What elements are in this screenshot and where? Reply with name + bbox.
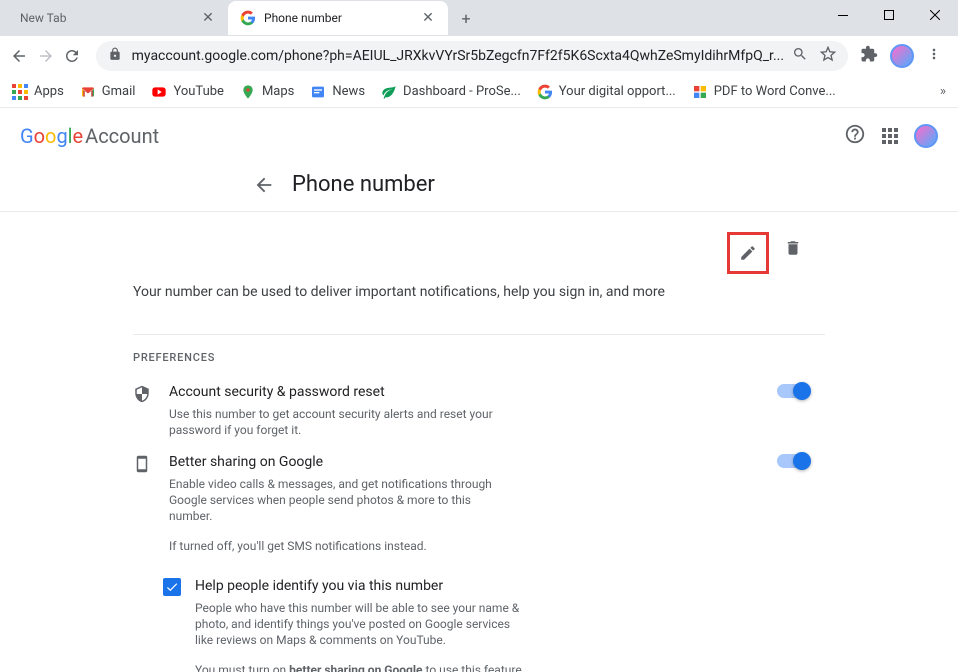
menu-icon[interactable] bbox=[926, 46, 942, 66]
toggle-security[interactable] bbox=[777, 384, 809, 398]
bookmark-label: Maps bbox=[262, 84, 294, 99]
bookmark-news[interactable]: News bbox=[310, 84, 365, 100]
bookmark-gmail[interactable]: Gmail bbox=[80, 84, 136, 100]
google-logo: Google bbox=[20, 124, 83, 148]
edit-button[interactable] bbox=[732, 237, 764, 269]
bookmarks-bar: Apps Gmail YouTube Maps News Dashboard -… bbox=[0, 76, 958, 108]
google-icon bbox=[537, 84, 553, 100]
profile-avatar[interactable] bbox=[890, 44, 914, 68]
checkbox-identify: Help people identify you via this number… bbox=[163, 578, 825, 672]
checkbox[interactable] bbox=[163, 578, 181, 596]
back-button[interactable] bbox=[8, 40, 31, 72]
bookmark-pdf[interactable]: PDF to Word Conve... bbox=[692, 84, 836, 100]
new-tab-button[interactable]: + bbox=[452, 4, 480, 32]
url-text: myaccount.google.com/phone?ph=AEIUL_JRXk… bbox=[132, 48, 784, 64]
tab-title: Phone number bbox=[264, 11, 412, 25]
checkbox-note: You must turn on better sharing on Googl… bbox=[195, 662, 525, 672]
browser-chrome: New Tab ✕ Phone number ✕ + myaccount.goo… bbox=[0, 0, 958, 108]
minimize-button[interactable] bbox=[820, 0, 866, 30]
pref-title: Account security & password reset bbox=[169, 384, 761, 400]
back-arrow[interactable] bbox=[252, 173, 276, 197]
search-icon[interactable] bbox=[792, 46, 808, 66]
page-title-row: Phone number bbox=[0, 164, 958, 212]
page-title: Phone number bbox=[292, 172, 435, 197]
bookmark-label: Apps bbox=[34, 84, 64, 99]
apps-icon bbox=[12, 84, 28, 100]
close-icon[interactable]: ✕ bbox=[200, 10, 216, 26]
checkbox-desc: People who have this number will be able… bbox=[195, 600, 525, 648]
reload-button[interactable] bbox=[61, 40, 84, 72]
star-icon[interactable] bbox=[820, 46, 836, 66]
tab-title: New Tab bbox=[20, 11, 192, 25]
pdf-icon bbox=[692, 84, 708, 100]
google-favicon bbox=[240, 10, 256, 26]
leaf-icon bbox=[381, 84, 397, 100]
description: Your number can be used to deliver impor… bbox=[133, 282, 825, 302]
bookmark-label: YouTube bbox=[173, 84, 224, 99]
delete-button[interactable] bbox=[777, 232, 809, 264]
account-text: Account bbox=[85, 124, 159, 148]
shield-icon bbox=[133, 385, 153, 407]
bookmark-maps[interactable]: Maps bbox=[240, 84, 294, 100]
toggle-sharing[interactable] bbox=[777, 454, 809, 468]
page-content: Google Account Phone number Your number … bbox=[0, 108, 958, 672]
tabs-row: New Tab ✕ Phone number ✕ + bbox=[0, 0, 958, 36]
bookmark-apps[interactable]: Apps bbox=[12, 84, 64, 100]
content: Your number can be used to deliver impor… bbox=[133, 212, 825, 672]
tab-new[interactable]: New Tab ✕ bbox=[8, 1, 228, 35]
pref-sharing: Better sharing on Google Enable video ca… bbox=[133, 446, 825, 562]
tab-phone[interactable]: Phone number ✕ bbox=[228, 1, 448, 35]
bookmark-youtube[interactable]: YouTube bbox=[151, 84, 224, 100]
pref-desc: Use this number to get account security … bbox=[169, 406, 499, 438]
pref-note: If turned off, you'll get SMS notificati… bbox=[169, 538, 499, 554]
forward-button[interactable] bbox=[35, 40, 58, 72]
preferences-label: PREFERENCES bbox=[133, 351, 825, 364]
actions-row bbox=[133, 232, 825, 274]
checkbox-title: Help people identify you via this number bbox=[195, 578, 825, 594]
help-icon[interactable] bbox=[844, 123, 866, 149]
bookmark-label: Your digital opport... bbox=[559, 84, 676, 99]
bookmark-label: Gmail bbox=[102, 84, 136, 99]
bookmarks-overflow[interactable]: » bbox=[940, 84, 946, 99]
close-button[interactable] bbox=[912, 0, 958, 30]
pref-desc: Enable video calls & messages, and get n… bbox=[169, 476, 499, 524]
extensions-icon[interactable] bbox=[860, 45, 878, 67]
lock-icon bbox=[108, 47, 122, 65]
apps-menu-icon[interactable] bbox=[882, 128, 898, 144]
device-icon bbox=[133, 455, 153, 477]
gmail-icon bbox=[80, 84, 96, 100]
bookmark-dashboard[interactable]: Dashboard - ProSe... bbox=[381, 84, 521, 100]
youtube-icon bbox=[151, 84, 167, 100]
close-icon[interactable]: ✕ bbox=[420, 10, 436, 26]
account-avatar[interactable] bbox=[914, 124, 938, 148]
maps-icon bbox=[240, 84, 256, 100]
bookmark-label: Dashboard - ProSe... bbox=[403, 84, 521, 99]
pref-title: Better sharing on Google bbox=[169, 454, 761, 470]
account-header: Google Account bbox=[0, 108, 958, 164]
url-row: myaccount.google.com/phone?ph=AEIUL_JRXk… bbox=[0, 36, 958, 76]
bookmark-label: PDF to Word Conve... bbox=[714, 84, 836, 99]
url-bar[interactable]: myaccount.google.com/phone?ph=AEIUL_JRXk… bbox=[96, 41, 848, 71]
maximize-button[interactable] bbox=[866, 0, 912, 30]
news-icon bbox=[310, 84, 326, 100]
bookmark-digital[interactable]: Your digital opport... bbox=[537, 84, 676, 100]
edit-highlight bbox=[727, 232, 769, 274]
pref-security: Account security & password reset Use th… bbox=[133, 376, 825, 446]
bookmark-label: News bbox=[332, 84, 365, 99]
